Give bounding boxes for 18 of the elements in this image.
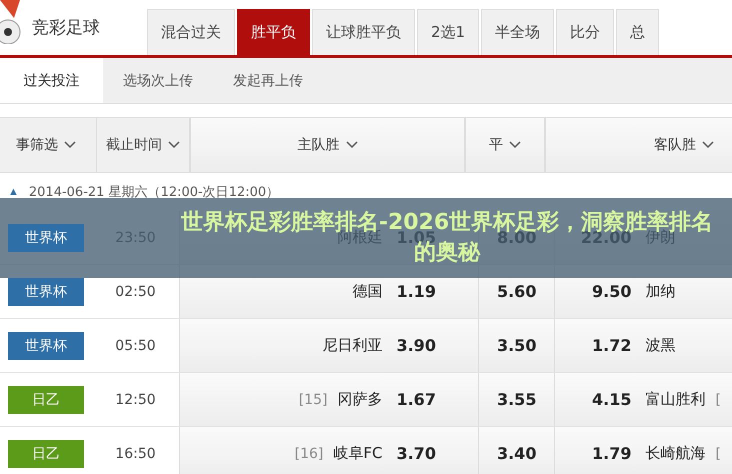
away-team: 加纳 (645, 282, 676, 301)
deadline-time: 16:50 (115, 446, 156, 462)
team-rank: [ (715, 446, 721, 462)
team-rank: [15] (298, 392, 328, 408)
away-team: 波黑 (645, 336, 676, 355)
home-team: 岐阜FC (333, 444, 382, 463)
logo-title: 竞彩足球 (32, 17, 100, 39)
home-team: 冈萨多 (337, 390, 382, 409)
deadline-time: 02:50 (115, 284, 156, 300)
away-team: 长崎航海 (645, 444, 706, 463)
deadline-time: 05:50 (115, 338, 156, 354)
team-rank: [ (715, 392, 721, 408)
team-rank: [16] (294, 446, 324, 462)
away-team: 富山胜利 (645, 390, 706, 409)
deadline-time: 12:50 (115, 392, 156, 408)
home-team: 德国 (352, 282, 382, 301)
date-label: 2014-06-21 星期六（12:00-次日12:00） (28, 184, 280, 201)
home-team: 尼日利亚 (322, 336, 382, 355)
